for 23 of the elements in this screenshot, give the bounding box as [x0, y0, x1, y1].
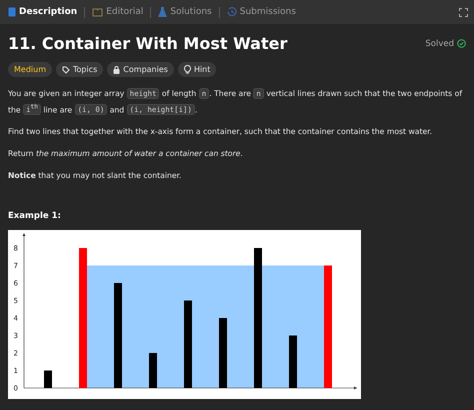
- tab[interactable]: Submissions: [224, 7, 298, 17]
- status-label: Solved: [425, 38, 454, 48]
- bar: [149, 353, 157, 388]
- tab[interactable]: Solutions: [156, 7, 214, 17]
- tab[interactable]: Description: [6, 7, 80, 17]
- tag-button[interactable]: Topics: [56, 62, 104, 77]
- bar: [219, 318, 227, 388]
- book-icon: [92, 8, 104, 16]
- example-heading: Example 1:: [8, 211, 62, 222]
- fullscreen-icon[interactable]: [459, 8, 468, 16]
- bar: [289, 336, 297, 388]
- tag-button[interactable]: Hint: [178, 62, 216, 77]
- difficulty-badge[interactable]: Medium: [8, 62, 52, 77]
- lightbulb-icon: [184, 65, 191, 74]
- tab[interactable]: Editorial: [90, 7, 146, 17]
- lock-icon: [113, 66, 120, 74]
- tag-icon: [62, 66, 70, 74]
- bar: [44, 370, 52, 388]
- tag-button[interactable]: Companies: [107, 62, 174, 77]
- flask-icon: [158, 7, 168, 17]
- problem-title: 11. Container With Most Water: [8, 34, 288, 53]
- document-icon: [8, 7, 16, 17]
- history-icon: [226, 7, 237, 17]
